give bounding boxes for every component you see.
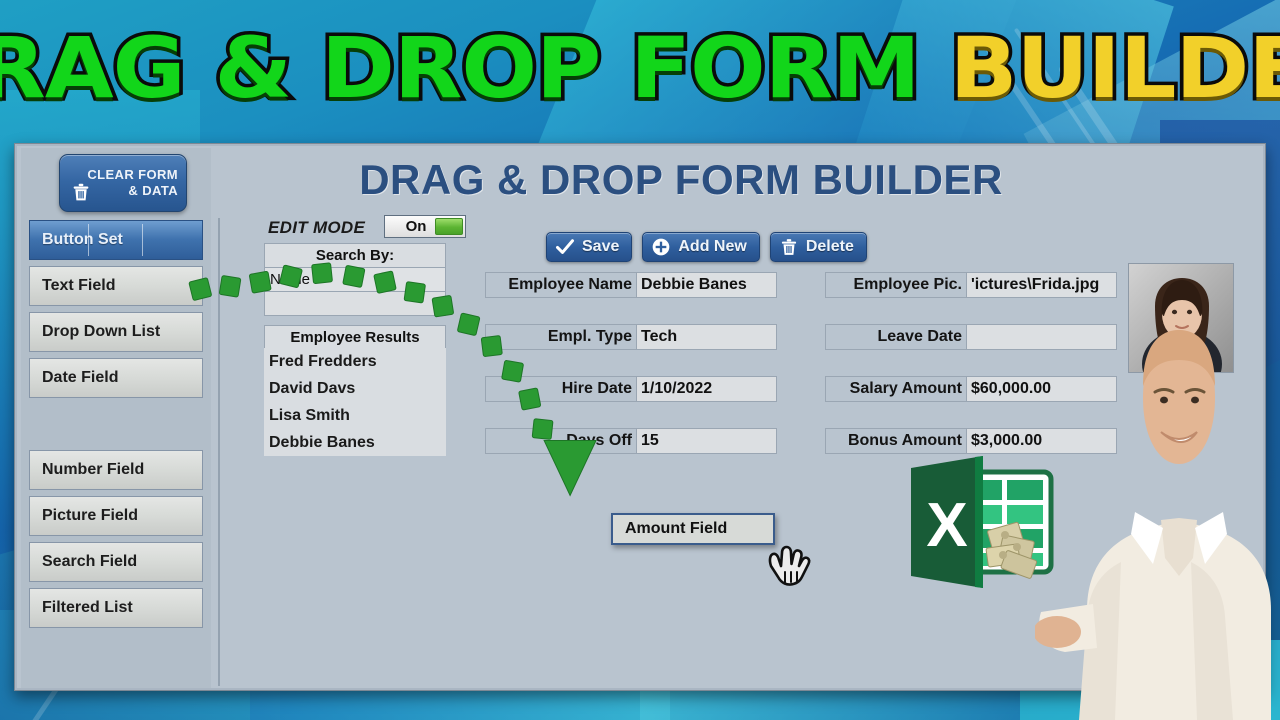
- sidebar-item-label: Text Field: [42, 277, 116, 294]
- sidebar-item-label: Drop Down List: [42, 323, 161, 340]
- check-icon: [556, 239, 574, 254]
- list-item[interactable]: Lisa Smith: [264, 402, 446, 429]
- sidebar-item-label: Number Field: [42, 461, 145, 478]
- sidebar-item-button-set[interactable]: Button Set: [29, 220, 203, 260]
- sidebar-item-number-field[interactable]: Number Field: [29, 450, 203, 490]
- segment-divider: [88, 224, 89, 256]
- banner-title-primary: DRAG & DROP FORM: [0, 19, 950, 117]
- field-palette: Button Set Text Field Drop Down List Dat…: [29, 220, 203, 634]
- employee-results-header: Employee Results: [264, 325, 446, 350]
- field-empl-type: Empl. Type Tech: [485, 324, 777, 350]
- title-banner: DRAG & DROP FORM BUILDER: [0, 0, 1280, 136]
- employee-results-list: Fred Fredders David Davs Lisa Smith Debb…: [264, 348, 446, 456]
- clear-button-line1: CLEAR FORM: [87, 166, 178, 182]
- sidebar-item-label: Date Field: [42, 369, 119, 386]
- sidebar-item-picture-field[interactable]: Picture Field: [29, 496, 203, 536]
- search-secondary-input[interactable]: [264, 291, 446, 316]
- delete-button[interactable]: Delete: [769, 232, 867, 262]
- edit-mode-label: EDIT MODE: [268, 218, 366, 237]
- grab-hand-cursor: [768, 545, 811, 586]
- field-days-off: Days Off 15: [485, 428, 777, 454]
- edit-mode-toggle[interactable]: On: [384, 215, 466, 238]
- drag-ghost-amount-field[interactable]: Amount Field: [611, 513, 775, 545]
- delete-button-label: Delete: [805, 238, 854, 255]
- field-label: Leave Date: [825, 324, 967, 350]
- toggle-knob: [435, 218, 463, 235]
- clear-button-line2: & DATA: [128, 183, 178, 198]
- trash-icon: [781, 239, 796, 255]
- list-item[interactable]: David Davs: [264, 375, 446, 402]
- field-label: Hire Date: [485, 376, 637, 402]
- sidebar-item-search-field[interactable]: Search Field: [29, 542, 203, 582]
- save-button[interactable]: Save: [546, 232, 633, 262]
- clear-form-and-data-button[interactable]: CLEAR FORM & DATA: [59, 154, 187, 212]
- sidebar-item-label: Search Field: [42, 553, 138, 570]
- field-label: Empl. Type: [485, 324, 637, 350]
- svg-text:X: X: [926, 491, 967, 560]
- sidebar: CLEAR FORM & DATA Button Set Text Field …: [21, 148, 211, 688]
- sidebar-item-label: Filtered List: [42, 599, 133, 616]
- save-button-label: Save: [582, 238, 620, 255]
- field-value[interactable]: Debbie Banes: [637, 272, 777, 298]
- sidebar-item-date-field[interactable]: Date Field: [29, 358, 203, 398]
- sidebar-item-text-field[interactable]: Text Field: [29, 266, 203, 306]
- sidebar-item-label: Button Set: [42, 231, 123, 248]
- vertical-divider: [218, 218, 220, 686]
- segment-divider: [142, 224, 143, 256]
- presenter-photo: [1035, 330, 1271, 720]
- sidebar-item-drop-down-list[interactable]: Drop Down List: [29, 312, 203, 352]
- edit-mode-state: On: [405, 218, 427, 235]
- add-new-button[interactable]: Add New: [642, 232, 760, 262]
- page-title: DRAG & DROP FORM BUILDER: [359, 156, 1003, 203]
- add-new-button-label: Add New: [678, 238, 747, 255]
- field-label: Bonus Amount: [825, 428, 967, 454]
- field-label: Employee Name: [485, 272, 637, 298]
- list-item[interactable]: Fred Fredders: [264, 348, 446, 375]
- field-label: Employee Pic.: [825, 272, 967, 298]
- field-value[interactable]: 1/10/2022: [637, 376, 777, 402]
- drag-ghost-label: Amount Field: [625, 520, 728, 537]
- palette-gap: [29, 404, 203, 450]
- plus-circle-icon: [653, 238, 670, 256]
- trash-icon: [73, 183, 89, 201]
- search-by-input[interactable]: Name: [264, 267, 446, 292]
- field-value[interactable]: Tech: [637, 324, 777, 350]
- field-label: Days Off: [485, 428, 637, 454]
- field-hire-date: Hire Date 1/10/2022: [485, 376, 777, 402]
- field-label: Salary Amount: [825, 376, 967, 402]
- list-item[interactable]: Debbie Banes: [264, 429, 446, 456]
- field-employee-name: Employee Name Debbie Banes: [485, 272, 777, 298]
- record-toolbar: Save Add New Delete: [546, 232, 867, 262]
- search-by-header: Search By:: [264, 243, 446, 268]
- sidebar-item-label: Picture Field: [42, 507, 139, 524]
- banner-title-secondary: BUILDER: [946, 19, 1280, 117]
- sidebar-item-filtered-list[interactable]: Filtered List: [29, 588, 203, 628]
- field-value[interactable]: 15: [637, 428, 777, 454]
